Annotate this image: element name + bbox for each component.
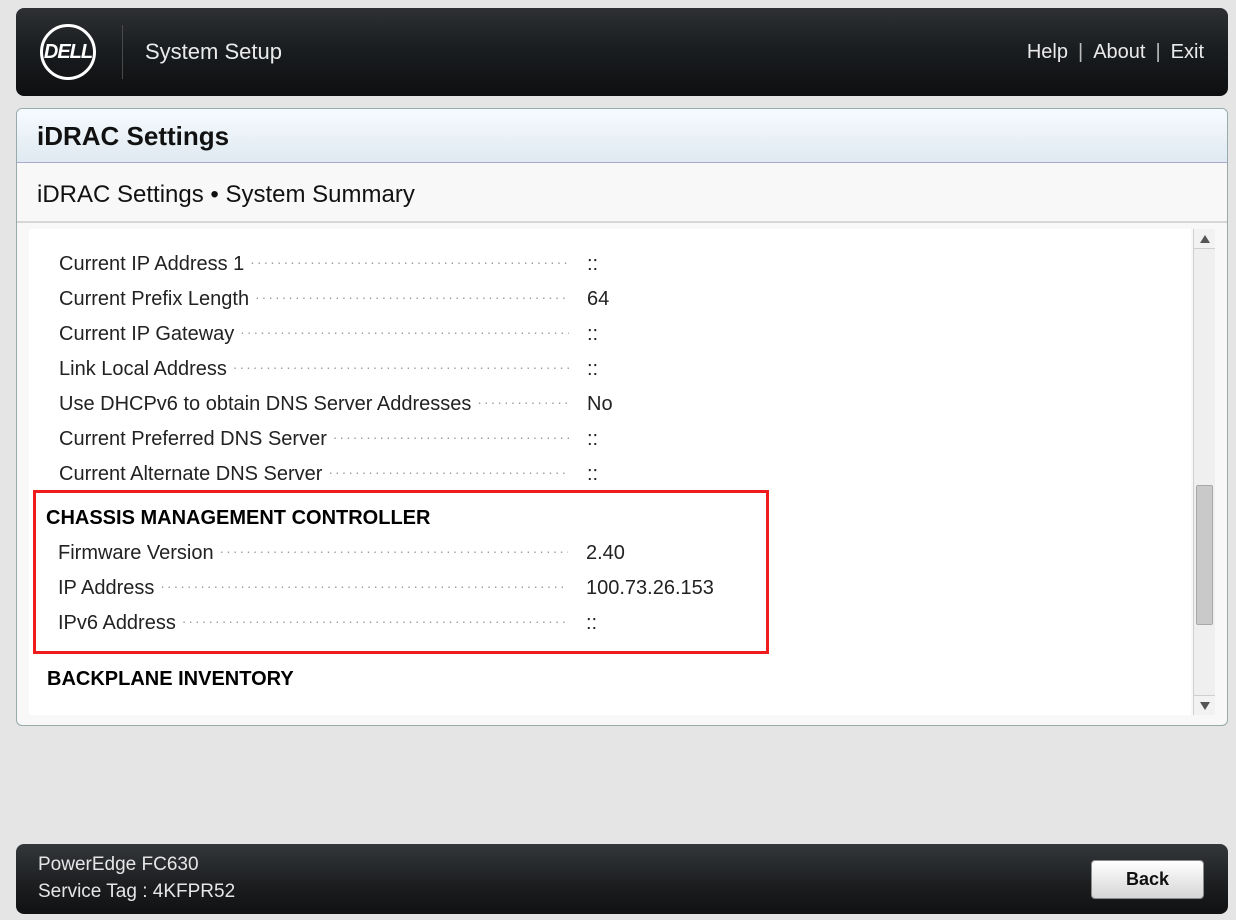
cmc-row: Firmware Version 2.40 bbox=[36, 536, 766, 571]
summary-row: Current IP Address 1 :: bbox=[33, 247, 1187, 282]
row-label: Link Local Address bbox=[59, 358, 569, 381]
dell-logo: DELL bbox=[40, 24, 96, 80]
link-separator: | bbox=[1078, 41, 1083, 64]
row-value: :: bbox=[568, 612, 597, 635]
chevron-down-icon bbox=[1200, 702, 1210, 710]
summary-row: Link Local Address :: bbox=[33, 352, 1187, 387]
backplane-section-title: BACKPLANE INVENTORY bbox=[33, 654, 1187, 697]
row-label: Firmware Version bbox=[58, 542, 568, 565]
back-button[interactable]: Back bbox=[1091, 860, 1204, 899]
content-area: Current IP Address 1 :: Current Prefix L… bbox=[29, 229, 1215, 715]
header-bar: DELL System Setup Help | About | Exit bbox=[16, 8, 1228, 96]
row-label: Current Alternate DNS Server bbox=[59, 463, 569, 486]
cmc-row: IPv6 Address :: bbox=[36, 606, 766, 641]
row-label: IP Address bbox=[58, 577, 568, 600]
service-tag-line: Service Tag : 4KFPR52 bbox=[38, 879, 235, 906]
row-label: IPv6 Address bbox=[58, 612, 568, 635]
link-separator: | bbox=[1155, 41, 1160, 64]
cmc-row: IP Address 100.73.26.153 bbox=[36, 571, 766, 606]
row-label: Current IP Gateway bbox=[59, 323, 569, 346]
summary-row: Current IP Gateway :: bbox=[33, 317, 1187, 352]
model-name: PowerEdge FC630 bbox=[38, 852, 235, 879]
summary-row: Use DHCPv6 to obtain DNS Server Addresse… bbox=[33, 387, 1187, 422]
row-value: :: bbox=[569, 253, 598, 276]
cmc-highlight-box: CHASSIS MANAGEMENT CONTROLLER Firmware V… bbox=[33, 490, 769, 654]
breadcrumb: iDRAC Settings • System Summary bbox=[17, 163, 1227, 223]
header-divider bbox=[122, 25, 123, 79]
chevron-up-icon bbox=[1200, 235, 1210, 243]
scroll-thumb[interactable] bbox=[1196, 485, 1213, 625]
summary-row: Current Alternate DNS Server :: bbox=[33, 457, 1187, 492]
main-panel: iDRAC Settings iDRAC Settings • System S… bbox=[16, 108, 1228, 726]
logo-text: DELL bbox=[44, 41, 92, 64]
row-label: Current Preferred DNS Server bbox=[59, 428, 569, 451]
summary-row: Current Prefix Length 64 bbox=[33, 282, 1187, 317]
row-value: :: bbox=[569, 358, 598, 381]
row-value: No bbox=[569, 393, 613, 416]
app-root: DELL System Setup Help | About | Exit iD… bbox=[0, 0, 1236, 920]
row-value: :: bbox=[569, 428, 598, 451]
row-label: Current IP Address 1 bbox=[59, 253, 569, 276]
footer-bar: PowerEdge FC630 Service Tag : 4KFPR52 Ba… bbox=[16, 844, 1228, 914]
header-links: Help | About | Exit bbox=[1027, 41, 1204, 64]
scroll-down-button[interactable] bbox=[1194, 695, 1215, 715]
about-link[interactable]: About bbox=[1093, 41, 1145, 64]
row-label: Current Prefix Length bbox=[59, 288, 569, 311]
summary-row: Current Preferred DNS Server :: bbox=[33, 422, 1187, 457]
app-title: System Setup bbox=[145, 39, 282, 65]
summary-list: Current IP Address 1 :: Current Prefix L… bbox=[29, 229, 1191, 715]
row-value: :: bbox=[569, 323, 598, 346]
row-value: :: bbox=[569, 463, 598, 486]
scrollbar[interactable] bbox=[1193, 229, 1215, 715]
service-tag-value: 4KFPR52 bbox=[153, 881, 235, 902]
row-value: 100.73.26.153 bbox=[568, 577, 714, 600]
row-label: Use DHCPv6 to obtain DNS Server Addresse… bbox=[59, 393, 569, 416]
service-tag-label: Service Tag : bbox=[38, 881, 147, 902]
cmc-section-title: CHASSIS MANAGEMENT CONTROLLER bbox=[36, 493, 766, 536]
help-link[interactable]: Help bbox=[1027, 41, 1068, 64]
row-value: 64 bbox=[569, 288, 609, 311]
exit-link[interactable]: Exit bbox=[1171, 41, 1204, 64]
footer-info: PowerEdge FC630 Service Tag : 4KFPR52 bbox=[38, 852, 235, 905]
scroll-up-button[interactable] bbox=[1194, 229, 1215, 249]
panel-title: iDRAC Settings bbox=[17, 109, 1227, 163]
row-value: 2.40 bbox=[568, 542, 625, 565]
